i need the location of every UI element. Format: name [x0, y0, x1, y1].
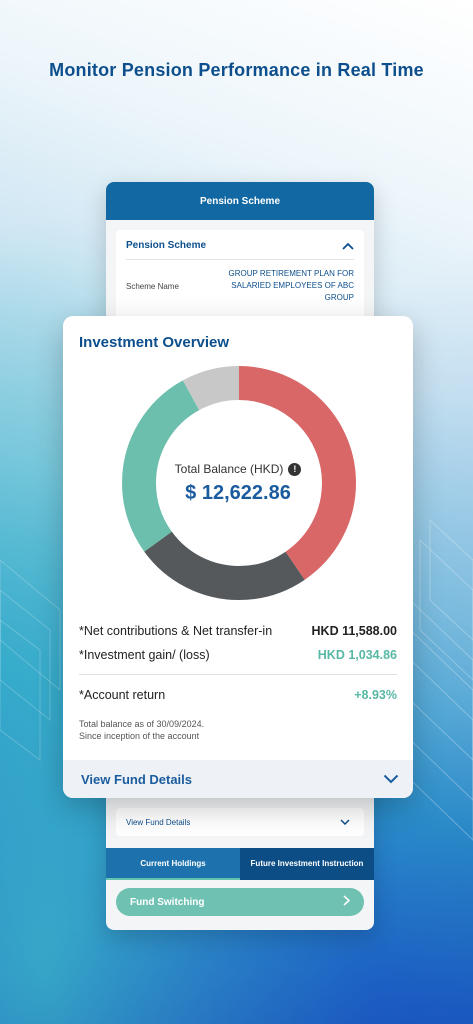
holdings-tabs: Current Holdings Future Investment Instr… — [106, 848, 374, 880]
tab-current-holdings[interactable]: Current Holdings — [106, 848, 240, 880]
chevron-up-icon[interactable] — [342, 242, 354, 250]
info-icon[interactable]: ! — [288, 462, 302, 476]
balance-as-of-line2: Since inception of the account — [79, 731, 200, 741]
pension-scheme-panel-title: Pension Scheme — [126, 240, 207, 251]
pension-scheme-panel-header[interactable]: Pension Scheme — [126, 240, 354, 260]
chevron-down-icon — [383, 772, 399, 787]
total-balance-label: Total Balance (HKD) — [174, 462, 284, 476]
fund-switching-label: Fund Switching — [130, 896, 205, 908]
chevron-down-icon — [340, 819, 350, 825]
account-return-label: *Account return — [79, 688, 166, 702]
scheme-name-row: Scheme Name GROUP RETIREMENT PLAN FOR SA… — [126, 268, 354, 304]
investment-overview-card: Investment Overview Total Balance (HKD) … — [63, 316, 413, 798]
chevron-right-icon — [343, 895, 351, 909]
view-fund-details-label: View Fund Details — [81, 771, 193, 787]
divider — [79, 674, 397, 675]
account-return-value: +8.93% — [354, 688, 397, 702]
balance-as-of-line1: Total balance as of 30/09/2024. — [79, 719, 205, 729]
net-contributions-label: *Net contributions & Net transfer-in — [79, 624, 273, 638]
hero-title: Monitor Pension Performance in Real Time — [49, 60, 424, 80]
total-balance-value: $ 12,622.86 — [185, 482, 291, 504]
pension-scheme-header: Pension Scheme — [106, 182, 374, 220]
scheme-name-value: GROUP RETIREMENT PLAN FOR SALARIED EMPLO… — [228, 269, 355, 302]
total-balance-label-row: Total Balance (HKD) ! — [63, 462, 413, 476]
tab-future-investment-instruction[interactable]: Future Investment Instruction — [240, 848, 374, 880]
net-contributions-value: HKD 11,588.00 — [311, 624, 397, 638]
balance-as-of-note: Total balance as of 30/09/2024. Since in… — [79, 718, 204, 742]
view-fund-details-button[interactable]: View Fund Details — [63, 760, 413, 798]
account-return-row: *Account return +8.93% — [79, 688, 397, 702]
scheme-name-label: Scheme Name — [126, 282, 179, 291]
net-contributions-row: *Net contributions & Net transfer-in HKD… — [79, 624, 397, 638]
view-fund-details-label-back: View Fund Details — [126, 817, 191, 827]
view-fund-details-button-back[interactable]: View Fund Details — [116, 808, 364, 836]
investment-gain-row: *Investment gain/ (loss) HKD 1,034.86 — [79, 648, 397, 662]
investment-gain-value: HKD 1,034.86 — [317, 648, 397, 662]
investment-gain-label: *Investment gain/ (loss) — [79, 648, 210, 662]
fund-switching-button[interactable]: Fund Switching — [116, 888, 364, 916]
